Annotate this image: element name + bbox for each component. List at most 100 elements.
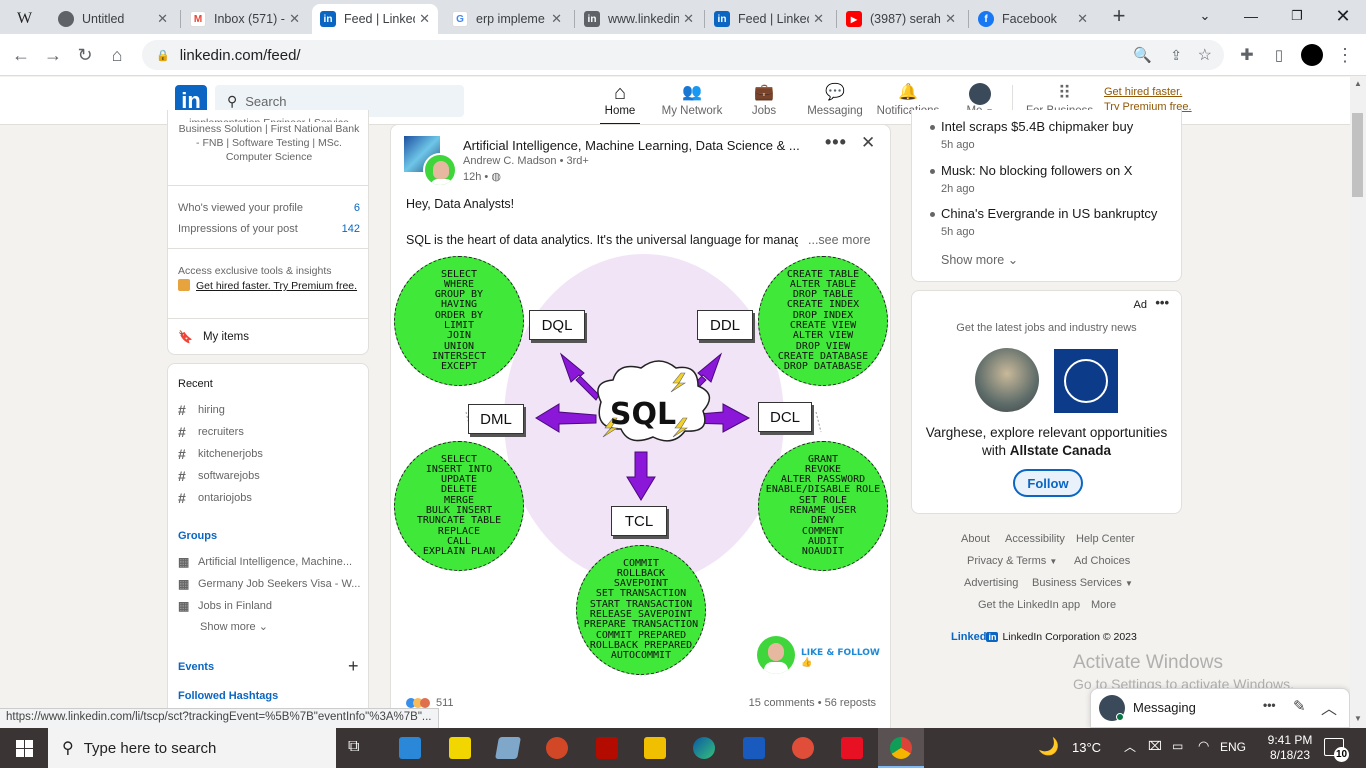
close-icon[interactable]: ✕: [157, 11, 168, 27]
recent-hashtag[interactable]: # kitchenerjobs: [178, 443, 360, 465]
group-item[interactable]: ▦ Germany Job Seekers Visa - W...: [178, 573, 364, 595]
hidden-icons-chevron-icon[interactable]: ︿: [1124, 738, 1136, 755]
sql-infographic-image[interactable]: SQL DQL DDL DML DCL TCL SELECT WHERE GROUP…: [391, 252, 890, 692]
restore-button[interactable]: ❐: [1274, 0, 1320, 32]
scroll-down-arrow-icon[interactable]: ▼: [1354, 714, 1362, 723]
groups-show-more-button[interactable]: Show more ⌄: [200, 620, 268, 633]
premium-link[interactable]: Get hired faster. Try Premium free.: [178, 279, 360, 294]
close-icon[interactable]: ✕: [419, 11, 430, 27]
app-icon[interactable]: [495, 737, 521, 759]
new-tab-button[interactable]: +: [1100, 0, 1138, 32]
followed-hashtags-link[interactable]: Followed Hashtags: [178, 690, 278, 702]
recent-hashtag[interactable]: # recruiters: [178, 421, 360, 443]
news-item[interactable]: Intel scraps $5.4B chipmaker buy 5h ago: [930, 119, 1133, 151]
nav-jobs[interactable]: 💼 Jobs: [744, 81, 784, 125]
chrome-taskbar-button[interactable]: [878, 728, 924, 768]
device-icon[interactable]: ⌧: [1148, 739, 1162, 753]
acrobat-icon[interactable]: [596, 737, 618, 759]
recent-hashtag[interactable]: # softwarejobs: [178, 465, 360, 487]
scroll-up-arrow-icon[interactable]: ▲: [1354, 79, 1362, 88]
wifi-icon[interactable]: ◠: [1198, 738, 1209, 754]
kebab-menu-icon[interactable]: ⋮: [1332, 42, 1358, 68]
task-view-icon[interactable]: ⧉: [348, 738, 359, 756]
footer-business-services-link[interactable]: Business Services ▼: [1032, 577, 1133, 589]
nav-home[interactable]: ⌂ Home: [600, 81, 640, 125]
app-icon[interactable]: [841, 737, 863, 759]
forward-arrow-icon[interactable]: →: [40, 42, 66, 68]
close-icon[interactable]: ✕: [1077, 11, 1088, 27]
footer-get-app-link[interactable]: Get the LinkedIn app: [978, 599, 1080, 611]
compose-message-icon[interactable]: ✎: [1293, 697, 1306, 715]
dismiss-post-close-icon[interactable]: ✕: [861, 133, 875, 153]
see-more-link[interactable]: ...see more: [808, 233, 871, 247]
my-items-link[interactable]: 🔖 My items: [178, 330, 249, 344]
profile-avatar[interactable]: [1299, 42, 1325, 68]
add-event-plus-icon[interactable]: +: [348, 656, 359, 677]
edge-icon[interactable]: [693, 737, 715, 759]
extensions-puzzle-icon[interactable]: ✚: [1234, 42, 1260, 68]
follow-button[interactable]: Follow: [1013, 469, 1083, 497]
tab-untitled[interactable]: Untitled ✕: [50, 4, 176, 34]
messaging-overlay-bar[interactable]: Messaging ••• ✎ ︿: [1090, 688, 1350, 728]
news-show-more-button[interactable]: Show more ⌄: [941, 252, 1018, 267]
tab-linkedin-feed[interactable]: in Feed | Linked ✕: [706, 4, 832, 34]
tab-google-search[interactable]: G erp impleme ✕: [444, 4, 570, 34]
footer-ad-choices-link[interactable]: Ad Choices: [1074, 555, 1130, 567]
tab-search-chevron-icon[interactable]: ⌄: [1182, 0, 1228, 32]
close-icon[interactable]: ✕: [289, 11, 300, 27]
visio-icon[interactable]: [743, 737, 765, 759]
tab-gmail[interactable]: M Inbox (571) - ✕: [182, 4, 308, 34]
group-item[interactable]: ▦ Jobs in Finland: [178, 595, 364, 617]
weather-temperature[interactable]: 13°C: [1072, 740, 1101, 755]
nav-my-network[interactable]: 👥 My Network: [660, 81, 724, 125]
ad-options-icon[interactable]: •••: [1155, 295, 1169, 310]
clock[interactable]: 9:41 PM 8/18/23: [1262, 733, 1318, 763]
taskbar-search-box[interactable]: ⚲ Type here to search: [48, 728, 336, 768]
close-window-button[interactable]: ✕: [1320, 0, 1366, 32]
nav-messaging[interactable]: 💬 Messaging: [806, 81, 864, 125]
tab-pinned-wikipedia[interactable]: W: [8, 4, 42, 34]
tab-youtube[interactable]: ▶ (3987) serah ✕: [838, 4, 964, 34]
scrollbar-thumb[interactable]: [1352, 113, 1363, 197]
input-language[interactable]: ENG: [1220, 740, 1246, 754]
address-bar[interactable]: 🔒 linkedin.com/feed/ 🔍 ⇪ ☆: [142, 40, 1224, 70]
news-item[interactable]: China's Evergrande in US bankruptcy 5h ag…: [930, 206, 1157, 238]
comments-reposts-count[interactable]: 15 comments • 56 reposts: [749, 697, 876, 709]
start-button[interactable]: [0, 728, 48, 768]
microsoft-store-icon[interactable]: [399, 737, 421, 759]
tab-linkedin-feed-active[interactable]: in Feed | Linked ✕: [312, 4, 438, 34]
share-icon[interactable]: ⇪: [1170, 47, 1182, 64]
close-icon[interactable]: ✕: [551, 11, 562, 27]
sticky-notes-icon[interactable]: [449, 737, 471, 759]
close-icon[interactable]: ✕: [813, 11, 824, 27]
groups-heading-link[interactable]: Groups: [178, 530, 217, 542]
footer-help-center-link[interactable]: Help Center: [1076, 533, 1135, 545]
footer-advertising-link[interactable]: Advertising: [964, 577, 1018, 589]
home-icon[interactable]: ⌂: [104, 42, 130, 68]
tab-linkedin-www[interactable]: in www.linkedin ✕: [576, 4, 702, 34]
bookmark-star-icon[interactable]: ☆: [1198, 45, 1212, 65]
author-avatar[interactable]: [423, 153, 457, 187]
group-item[interactable]: ▦ Artificial Intelligence, Machine...: [178, 551, 364, 573]
post-author-name[interactable]: Andrew C. Madson • 3rd+: [463, 155, 589, 167]
close-icon[interactable]: ✕: [945, 11, 956, 27]
side-panel-icon[interactable]: ▯: [1266, 42, 1292, 68]
file-explorer-icon[interactable]: [644, 737, 666, 759]
page-scrollbar[interactable]: ▲ ▼: [1350, 77, 1366, 728]
back-arrow-icon[interactable]: ←: [8, 42, 34, 68]
footer-about-link[interactable]: About: [961, 533, 990, 545]
recent-hashtag[interactable]: # hiring: [178, 399, 360, 421]
news-item[interactable]: Musk: No blocking followers on X 2h ago: [930, 163, 1132, 195]
footer-accessibility-link[interactable]: Accessibility: [1005, 533, 1065, 545]
post-impressions-stat[interactable]: Impressions of your post 142: [178, 223, 360, 235]
minimize-button[interactable]: —: [1228, 0, 1274, 32]
chevron-up-icon[interactable]: ︿: [1321, 695, 1337, 719]
tab-facebook[interactable]: f Facebook ✕: [970, 4, 1096, 34]
reload-icon[interactable]: ↻: [72, 42, 98, 68]
recent-hashtag[interactable]: # ontariojobs: [178, 487, 360, 509]
post-more-options-icon[interactable]: •••: [825, 132, 847, 153]
post-group-name[interactable]: Artificial Intelligence, Machine Learnin…: [463, 138, 800, 153]
zoom-icon[interactable]: 🔍: [1133, 46, 1152, 64]
profile-viewers-stat[interactable]: Who's viewed your profile 6: [178, 202, 360, 214]
events-link[interactable]: Events: [178, 661, 214, 673]
